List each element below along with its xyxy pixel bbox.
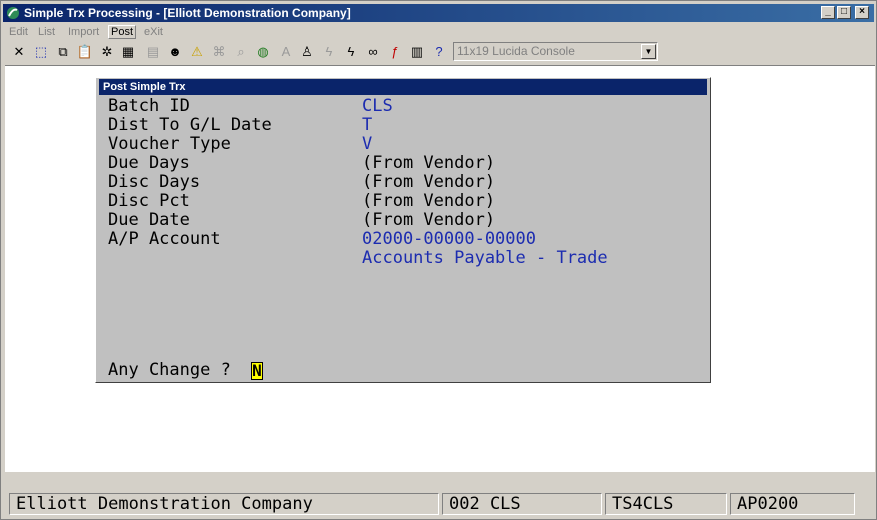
menu-list[interactable]: List [38,26,55,38]
field-value-dist-date: T [362,115,373,135]
maximize-icon: □ [840,6,848,17]
minimize-button[interactable]: _ [821,6,835,19]
lightning-page-icon[interactable]: ϟ [341,42,361,62]
dialog-title: Post Simple Trx [99,79,707,95]
properties-icon[interactable]: ▦ [118,42,138,62]
status-program: AP0200 [737,494,799,514]
field-label-batch-id: Batch ID [108,96,190,116]
globe-icon[interactable]: ◍ [253,42,273,62]
settings-icon[interactable]: ✲ [97,42,117,62]
minimize-icon: _ [825,6,831,17]
menu-post[interactable]: Post [108,25,137,39]
field-value-ap-account: 02000-00000-00000 [362,229,536,249]
font-selector-value: 11x19 Lucida Console [457,44,575,58]
document-icon[interactable]: ▥ [407,42,427,62]
title-bar[interactable]: Simple Trx Processing - [Elliott Demonst… [3,4,874,22]
field-value-disc-days: (From Vendor) [362,172,496,192]
font-selector[interactable]: 11x19 Lucida Console ▼ [453,42,658,61]
status-company: Elliott Demonstration Company [16,494,313,514]
window-title: Simple Trx Processing - [Elliott Demonst… [24,6,351,20]
field-label-disc-days: Disc Days [108,172,201,192]
field-value-due-days: (From Vendor) [362,153,496,173]
field-value-batch-id: CLS [362,96,393,116]
field-label-due-date: Due Date [108,210,190,230]
field-label-due-days: Due Days [108,153,190,173]
status-terminal-panel: TS4CLS [605,493,727,515]
application-window: Simple Trx Processing - [Elliott Demonst… [0,0,877,520]
toolbar: ✕ ⬚ ⧉ 📋 ✲ ▦ ▤ ☻ ⚠ ⌘ ⌕ ◍ A ♙ ϟ ϟ ∞ ƒ ▥ ? [3,41,873,63]
change-prompt: Any Change ? [108,360,231,380]
field-label-voucher-type: Voucher Type [108,134,231,154]
font-icon[interactable]: A [276,42,296,62]
app-icon [7,7,19,19]
maximize-button[interactable]: □ [837,6,851,19]
field-label-dist-date: Dist To G/L Date [108,115,272,135]
status-company-panel: Elliott Demonstration Company [9,493,439,515]
select-icon[interactable]: ⬚ [31,42,51,62]
close-button[interactable]: × [855,6,869,19]
status-batch-panel: 002 CLS [442,493,602,515]
chevron-down-icon[interactable]: ▼ [641,44,656,59]
menu-exit[interactable]: eXit [144,26,163,38]
post-dialog: Post Simple Trx Batch ID CLS Dist To G/L… [95,77,711,383]
menu-import[interactable]: Import [68,26,99,38]
field-label-ap-account: A/P Account [108,229,221,249]
copy-icon[interactable]: ⧉ [53,42,73,62]
notes-icon[interactable]: ▤ [143,42,163,62]
paste-icon[interactable]: 📋 [75,42,95,62]
status-batch: 002 CLS [449,494,521,514]
field-value-due-date: (From Vendor) [362,210,496,230]
field-label-disc-pct: Disc Pct [108,191,190,211]
link-icon[interactable]: ∞ [363,42,383,62]
field-value-disc-pct: (From Vendor) [362,191,496,211]
zoom-icon[interactable]: ⌕ [231,42,251,62]
person-icon[interactable]: ♙ [297,42,317,62]
status-terminal: TS4CLS [612,494,674,514]
binoculars-icon[interactable]: ⌘ [209,42,229,62]
user-icon[interactable]: ☻ [165,42,185,62]
close-icon: × [859,6,865,17]
status-bar: Elliott Demonstration Company 002 CLS TS… [5,491,875,517]
lightning-icon[interactable]: ϟ [319,42,339,62]
field-value-voucher-type: V [362,134,373,154]
menu-edit[interactable]: Edit [9,26,28,38]
close-icon[interactable]: ✕ [9,42,29,62]
change-answer-input[interactable]: N [251,362,263,380]
help-pointer-icon[interactable]: ? [429,42,449,62]
function-icon[interactable]: ƒ [385,42,405,62]
status-program-panel: AP0200 [730,493,855,515]
account-description: Accounts Payable - Trade [362,248,608,268]
warning-icon[interactable]: ⚠ [187,42,207,62]
